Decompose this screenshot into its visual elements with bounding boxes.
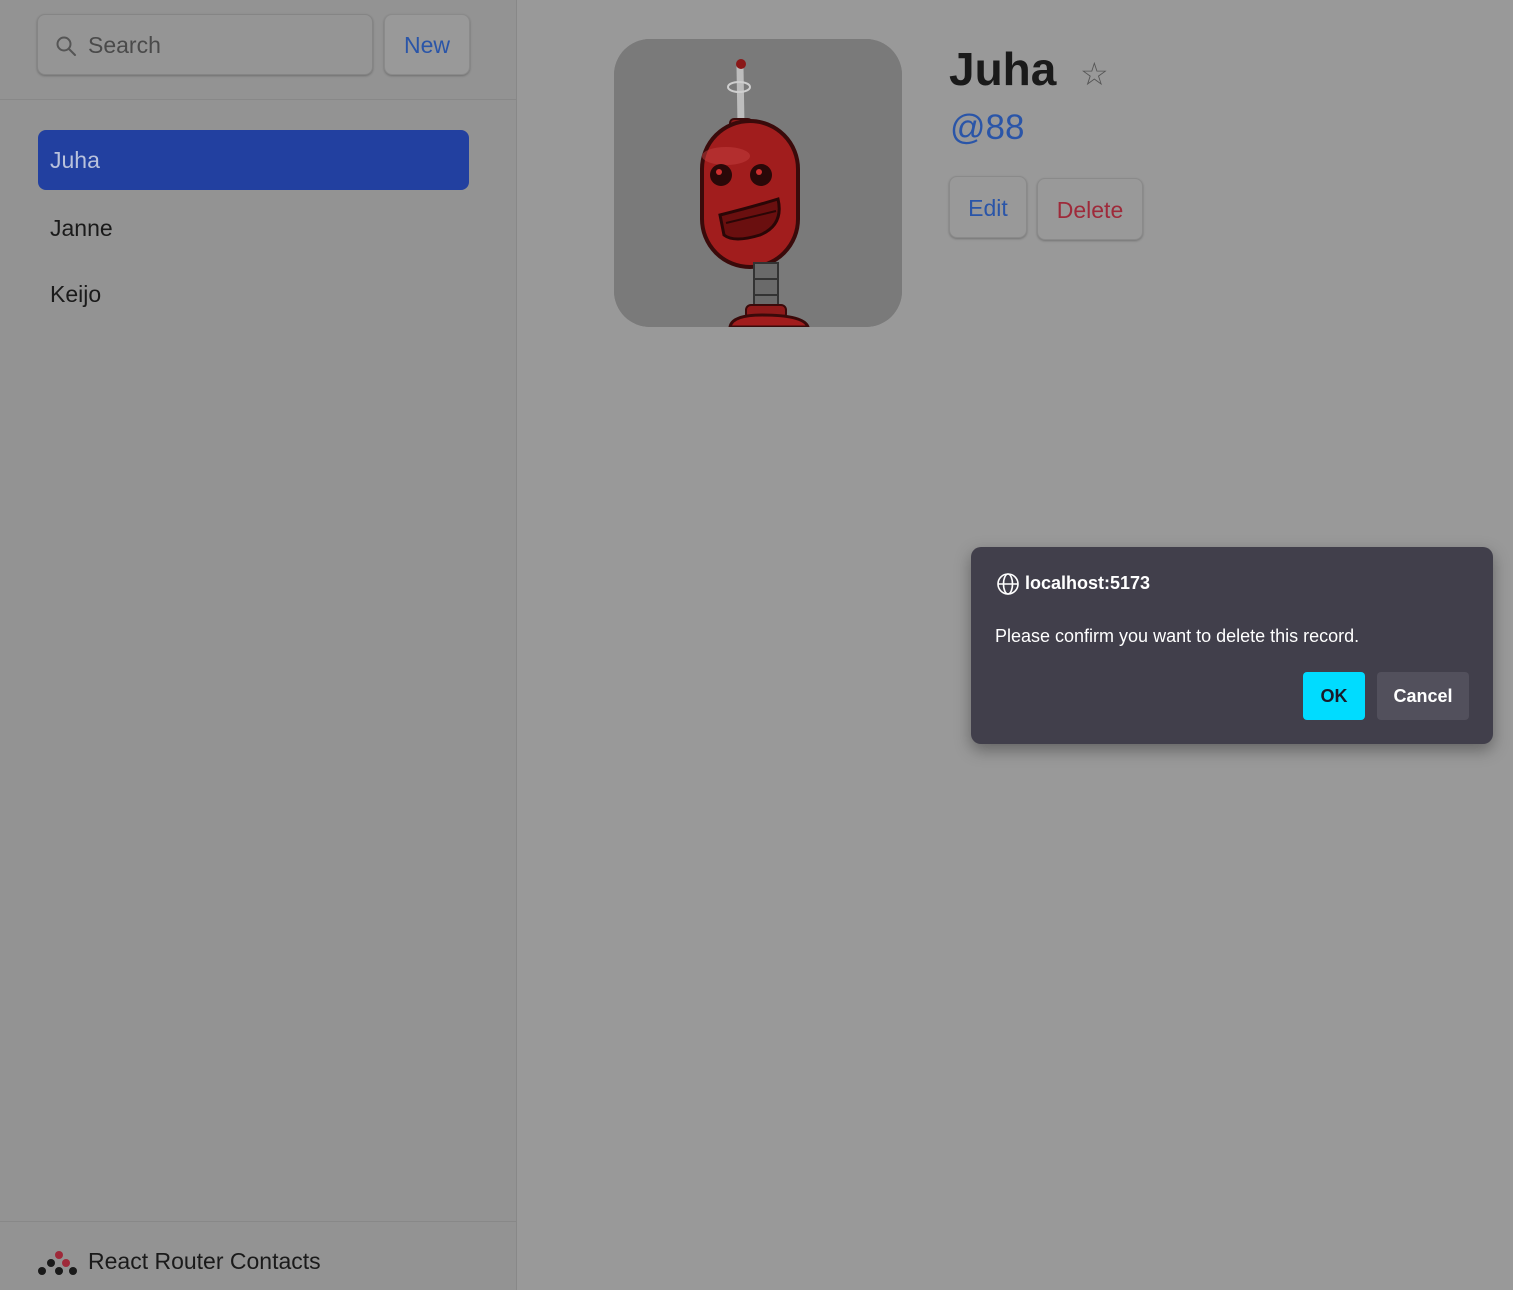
react-router-logo-icon bbox=[38, 1251, 77, 1275]
new-button[interactable]: New bbox=[384, 14, 470, 75]
search-box[interactable] bbox=[37, 14, 373, 76]
dialog-message: Please confirm you want to delete this r… bbox=[995, 626, 1360, 646]
globe-icon bbox=[997, 573, 1019, 595]
ok-button[interactable]: OK bbox=[1303, 672, 1365, 720]
delete-button[interactable]: Delete bbox=[1037, 178, 1143, 240]
avatar bbox=[614, 39, 902, 327]
search-icon bbox=[56, 36, 76, 56]
contact-item-juha[interactable]: Juha bbox=[38, 130, 469, 190]
search-input[interactable] bbox=[86, 15, 360, 76]
contact-item-keijo[interactable]: Keijo bbox=[38, 264, 469, 324]
cancel-button[interactable]: Cancel bbox=[1377, 672, 1469, 720]
dialog-origin: localhost:5173 bbox=[1025, 573, 1151, 593]
confirm-dialog: localhost:5173 Please confirm you want t… bbox=[971, 547, 1493, 744]
sidebar: New Juha Janne Keijo React Router Contac… bbox=[0, 0, 517, 1290]
red-robot-avatar-icon bbox=[614, 39, 902, 327]
sidebar-footer: React Router Contacts bbox=[0, 1221, 516, 1290]
app-title[interactable]: React Router Contacts bbox=[88, 1248, 321, 1275]
search-bar: New bbox=[0, 0, 516, 100]
star-outline-icon[interactable]: ☆ bbox=[1080, 56, 1109, 92]
contact-item-janne[interactable]: Janne bbox=[38, 198, 469, 258]
contact-name: Juha bbox=[949, 43, 1057, 95]
edit-button[interactable]: Edit bbox=[949, 176, 1027, 238]
contact-handle[interactable]: @88 bbox=[950, 108, 1024, 148]
